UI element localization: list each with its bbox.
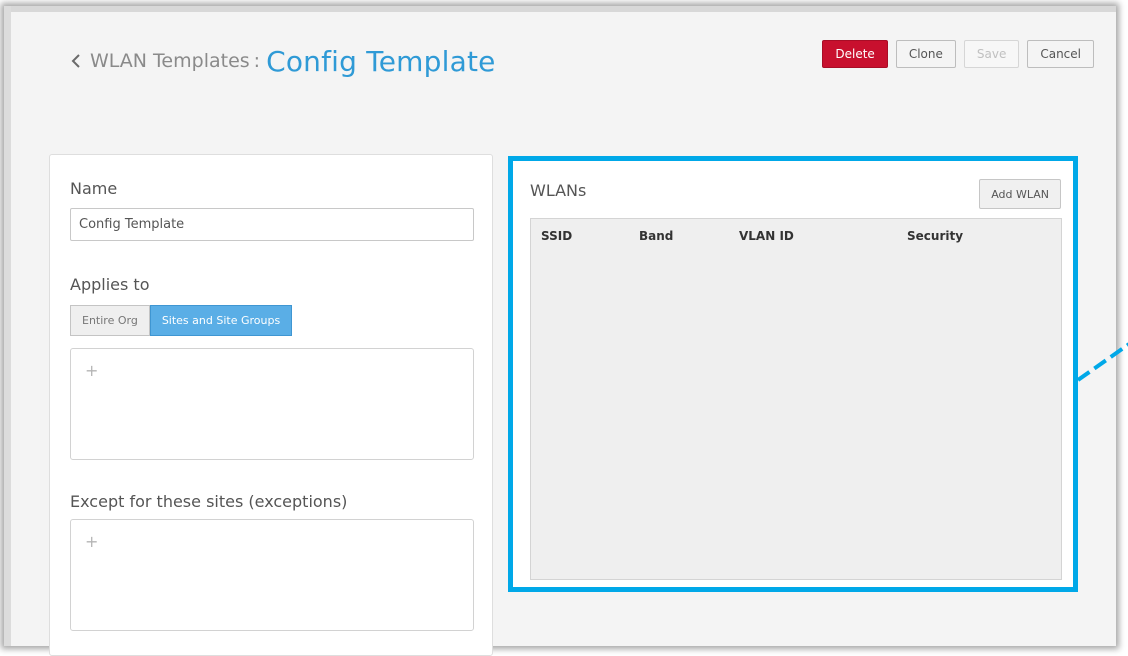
wlans-title: WLANs <box>530 181 587 200</box>
save-button[interactable]: Save <box>963 40 1020 68</box>
cancel-button[interactable]: Cancel <box>1027 40 1094 68</box>
exceptions-sites-box[interactable]: + <box>70 519 474 631</box>
chevron-left-icon[interactable] <box>68 53 84 69</box>
column-header-vlan-id[interactable]: VLAN ID <box>739 229 794 243</box>
header-actions: Delete Clone Save Cancel <box>822 40 1094 68</box>
name-field[interactable] <box>70 208 474 241</box>
wlans-table: SSID Band VLAN ID Security <box>530 218 1062 580</box>
add-wlan-button[interactable]: Add WLAN <box>979 179 1061 209</box>
page-header: WLAN Templates : Config Template <box>68 36 496 86</box>
page-title: Config Template <box>266 44 496 78</box>
top-edge <box>4 6 1116 12</box>
app-window: WLAN Templates : Config Template Delete … <box>4 6 1128 656</box>
plus-icon[interactable]: + <box>85 534 98 550</box>
applies-to-toggle: Entire Org Sites and Site Groups <box>70 305 293 336</box>
template-settings-panel: Name Applies to Entire Org Sites and Sit… <box>49 154 493 656</box>
delete-button[interactable]: Delete <box>822 40 888 68</box>
breadcrumb-separator: : <box>253 50 261 72</box>
column-header-ssid[interactable]: SSID <box>541 229 572 243</box>
clone-button[interactable]: Clone <box>895 40 956 68</box>
left-edge <box>4 6 11 646</box>
toggle-sites-and-site-groups[interactable]: Sites and Site Groups <box>149 305 293 336</box>
plus-icon[interactable]: + <box>85 363 98 379</box>
applies-to-label: Applies to <box>70 275 150 294</box>
applies-to-sites-box[interactable]: + <box>70 348 474 460</box>
exceptions-label: Except for these sites (exceptions) <box>70 492 348 511</box>
wlans-panel: WLANs Add WLAN SSID Band VLAN ID Securit… <box>508 156 1078 592</box>
column-header-band[interactable]: Band <box>639 229 673 243</box>
toggle-entire-org[interactable]: Entire Org <box>70 305 150 336</box>
name-label: Name <box>70 179 118 198</box>
column-header-security[interactable]: Security <box>907 229 963 243</box>
callout-connector <box>1078 342 1128 382</box>
breadcrumb-parent[interactable]: WLAN Templates <box>90 50 250 72</box>
